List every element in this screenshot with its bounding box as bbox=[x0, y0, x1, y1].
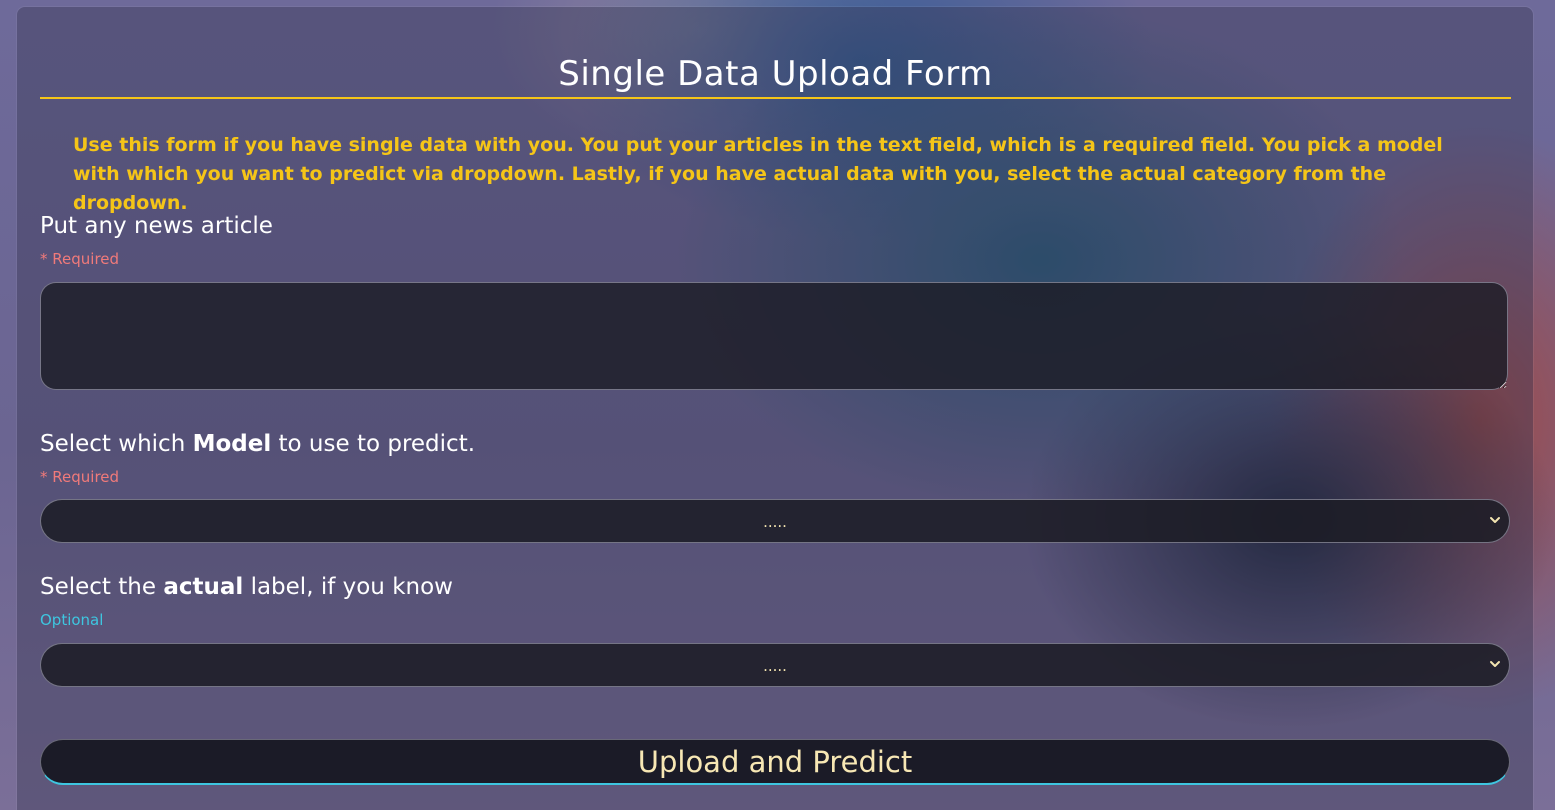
actual-optional-hint: Optional bbox=[40, 611, 104, 629]
model-select-value: ..... bbox=[763, 513, 787, 531]
article-textarea[interactable] bbox=[40, 282, 1508, 390]
model-label-after: to use to predict. bbox=[271, 431, 476, 457]
form-description: Use this form if you have single data wi… bbox=[73, 134, 1443, 214]
actual-label-after: label, if you know bbox=[243, 574, 453, 600]
model-label-before: Select which bbox=[40, 431, 193, 457]
actual-label: Select the actual label, if you know bbox=[40, 574, 453, 600]
article-label: Put any news article bbox=[40, 213, 273, 239]
form-title-bar: Single Data Upload Form bbox=[40, 51, 1511, 99]
chevron-down-icon bbox=[1490, 517, 1500, 523]
model-select[interactable]: ..... bbox=[40, 499, 1510, 543]
article-label-text: Put any news article bbox=[40, 213, 273, 239]
single-data-upload-form: Single Data Upload Form Use this form if… bbox=[17, 7, 1533, 810]
form-title: Single Data Upload Form bbox=[558, 54, 993, 94]
chevron-down-icon bbox=[1490, 661, 1500, 667]
model-label-bold: Model bbox=[192, 431, 272, 457]
upload-and-predict-button[interactable]: Upload and Predict bbox=[40, 739, 1510, 785]
actual-select-value: ..... bbox=[763, 657, 787, 675]
actual-select[interactable]: ..... bbox=[40, 643, 1510, 687]
model-label: Select which Model to use to predict. bbox=[40, 431, 475, 457]
model-required-hint: * Required bbox=[40, 468, 120, 486]
actual-label-bold: actual bbox=[163, 574, 244, 600]
upload-and-predict-label: Upload and Predict bbox=[637, 745, 913, 779]
article-required-hint: * Required bbox=[40, 250, 120, 268]
actual-label-before: Select the bbox=[40, 574, 164, 600]
